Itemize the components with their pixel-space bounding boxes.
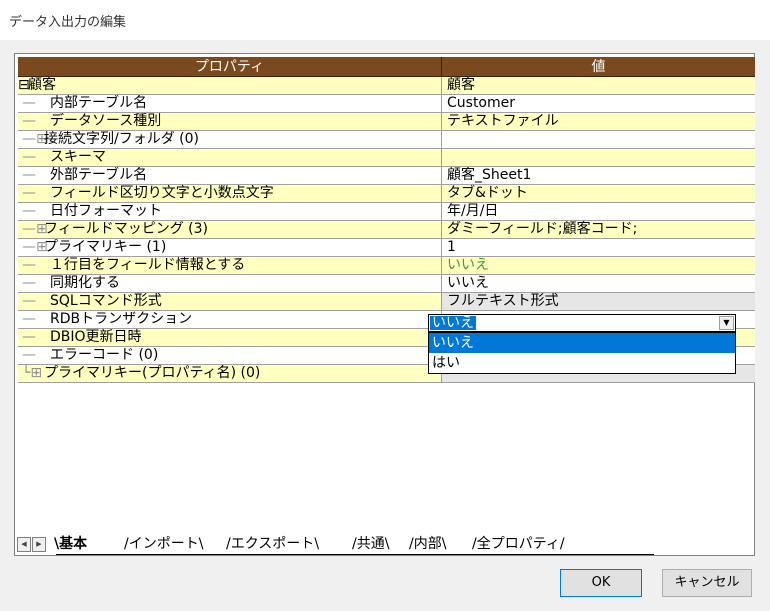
property-value[interactable]: フルテキスト形式 xyxy=(442,293,755,311)
property-value[interactable]: 顧客 xyxy=(442,77,755,95)
property-label: データソース種別 xyxy=(50,113,162,129)
tab-scroll-right-icon[interactable]: ▶ xyxy=(32,537,46,552)
tab-basic[interactable]: \基本 xyxy=(54,535,87,554)
tree-line-icon: — xyxy=(22,149,36,165)
window-title: データ入出力の編集 xyxy=(9,15,127,30)
grid-row-sql-command-format[interactable]: — SQLコマンド形式 フルテキスト形式 xyxy=(18,293,755,311)
property-label: エラーコード (0) xyxy=(50,347,159,363)
property-value[interactable]: ダミーフィールド;顧客コード; xyxy=(442,221,755,239)
ok-button[interactable]: OK xyxy=(560,569,642,597)
property-label: 外部テーブル名 xyxy=(50,167,148,183)
expand-icon[interactable]: —⊞ xyxy=(18,221,48,238)
tab-all-properties[interactable]: /全プロパティ/ xyxy=(472,535,565,554)
property-label: 顧客 xyxy=(28,77,56,93)
tree-line-icon: — xyxy=(22,293,36,309)
property-label: SQLコマンド形式 xyxy=(50,293,162,309)
property-label: 日付フォーマット xyxy=(50,203,162,219)
expand-icon[interactable]: └⊞ xyxy=(18,365,42,382)
property-value[interactable]: 年/月/日 xyxy=(442,203,755,221)
tree-line-icon: — xyxy=(22,311,36,327)
grid-row-delimiter[interactable]: — フィールド区切り文字と小数点文字 タブ&ドット xyxy=(18,185,755,203)
rdb-transaction-combo[interactable]: いいえ ▼ xyxy=(428,314,736,332)
tab-internal[interactable]: /内部\ xyxy=(409,535,446,554)
grid-row-field-mapping[interactable]: —⊞フィールドマッピング (3) ダミーフィールド;顧客コード; xyxy=(18,221,755,239)
grid-row-internal-table-name[interactable]: — 内部テーブル名 Customer xyxy=(18,95,755,113)
property-value[interactable] xyxy=(442,149,755,167)
property-label: DBIO更新日時 xyxy=(50,329,142,345)
property-label: フィールド区切り文字と小数点文字 xyxy=(50,185,274,201)
tree-line-icon: — xyxy=(22,167,36,183)
property-value[interactable]: いいえ xyxy=(442,257,755,275)
property-value[interactable]: 顧客_Sheet1 xyxy=(442,167,755,185)
grid-row-first-row-field-info[interactable]: — １行目をフィールド情報とする いいえ xyxy=(18,257,755,275)
column-header-value[interactable]: 値 xyxy=(442,57,755,77)
grid-row-synchronize[interactable]: — 同期化する いいえ xyxy=(18,275,755,293)
tab-baseline xyxy=(56,554,654,555)
dropdown-option[interactable]: はい xyxy=(429,353,735,373)
tree-line-icon: — xyxy=(22,95,36,111)
property-label: 同期化する xyxy=(50,275,120,291)
property-label: フィールドマッピング (3) xyxy=(44,221,209,237)
grid-row-date-format[interactable]: — 日付フォーマット 年/月/日 xyxy=(18,203,755,221)
tab-common[interactable]: /共通\ xyxy=(352,535,389,554)
combo-selected-value[interactable]: いいえ xyxy=(430,316,476,330)
grid-row-external-table-name[interactable]: — 外部テーブル名 顧客_Sheet1 xyxy=(18,167,755,185)
expand-icon[interactable]: —⊞ xyxy=(18,239,48,256)
property-label: １行目をフィールド情報とする xyxy=(50,257,246,273)
tab-export[interactable]: /エクスポート\ xyxy=(226,535,319,554)
grid-row-schema[interactable]: — スキーマ xyxy=(18,149,755,167)
combo-dropdown-list: いいえ はい xyxy=(428,332,736,374)
grid-row-customer[interactable]: ⊟顧客 顧客 xyxy=(18,77,755,95)
tree-line-icon: — xyxy=(22,347,36,363)
collapse-icon[interactable]: ⊟ xyxy=(18,77,30,94)
tree-line-icon: — xyxy=(22,113,36,129)
tree-line-icon: — xyxy=(22,257,36,273)
grid-row-connection-string[interactable]: —⊞接続文字列/フォルダ (0) xyxy=(18,131,755,149)
tree-line-icon: — xyxy=(22,329,36,345)
property-value[interactable]: テキストファイル xyxy=(442,113,755,131)
dropdown-option[interactable]: いいえ xyxy=(429,333,735,353)
property-label: プライマリキー(プロパティ名) (0) xyxy=(44,365,261,381)
property-label: 内部テーブル名 xyxy=(50,95,148,111)
tab-strip: ◀ ▶ \基本 /インポート\ /エクスポート\ /共通\ /内部\ /全プロパ… xyxy=(14,534,755,556)
property-label: スキーマ xyxy=(50,149,106,165)
tab-scroll-left-icon[interactable]: ◀ xyxy=(17,537,31,552)
property-value[interactable] xyxy=(442,131,755,149)
title-bar: データ入出力の編集 xyxy=(0,0,770,40)
tree-line-icon: — xyxy=(22,185,36,201)
tab-import[interactable]: /インポート\ xyxy=(124,535,203,554)
chevron-down-icon[interactable]: ▼ xyxy=(719,316,734,330)
expand-icon[interactable]: —⊞ xyxy=(18,131,48,148)
cancel-button[interactable]: キャンセル xyxy=(662,569,752,597)
property-value[interactable]: Customer xyxy=(442,95,755,113)
property-label: 接続文字列/フォルダ (0) xyxy=(44,131,199,147)
column-header-property[interactable]: プロパティ xyxy=(18,57,442,77)
property-label: プライマリキー (1) xyxy=(44,239,167,255)
property-value[interactable]: タブ&ドット xyxy=(442,185,755,203)
property-value[interactable]: 1 xyxy=(442,239,755,257)
property-value[interactable]: いいえ xyxy=(442,275,755,293)
tree-line-icon: — xyxy=(22,275,36,291)
grid-row-primary-key[interactable]: —⊞プライマリキー (1) 1 xyxy=(18,239,755,257)
grid-row-datasource-type[interactable]: — データソース種別 テキストファイル xyxy=(18,113,755,131)
tree-line-icon: — xyxy=(22,203,36,219)
property-label: RDBトランザクション xyxy=(50,311,193,327)
